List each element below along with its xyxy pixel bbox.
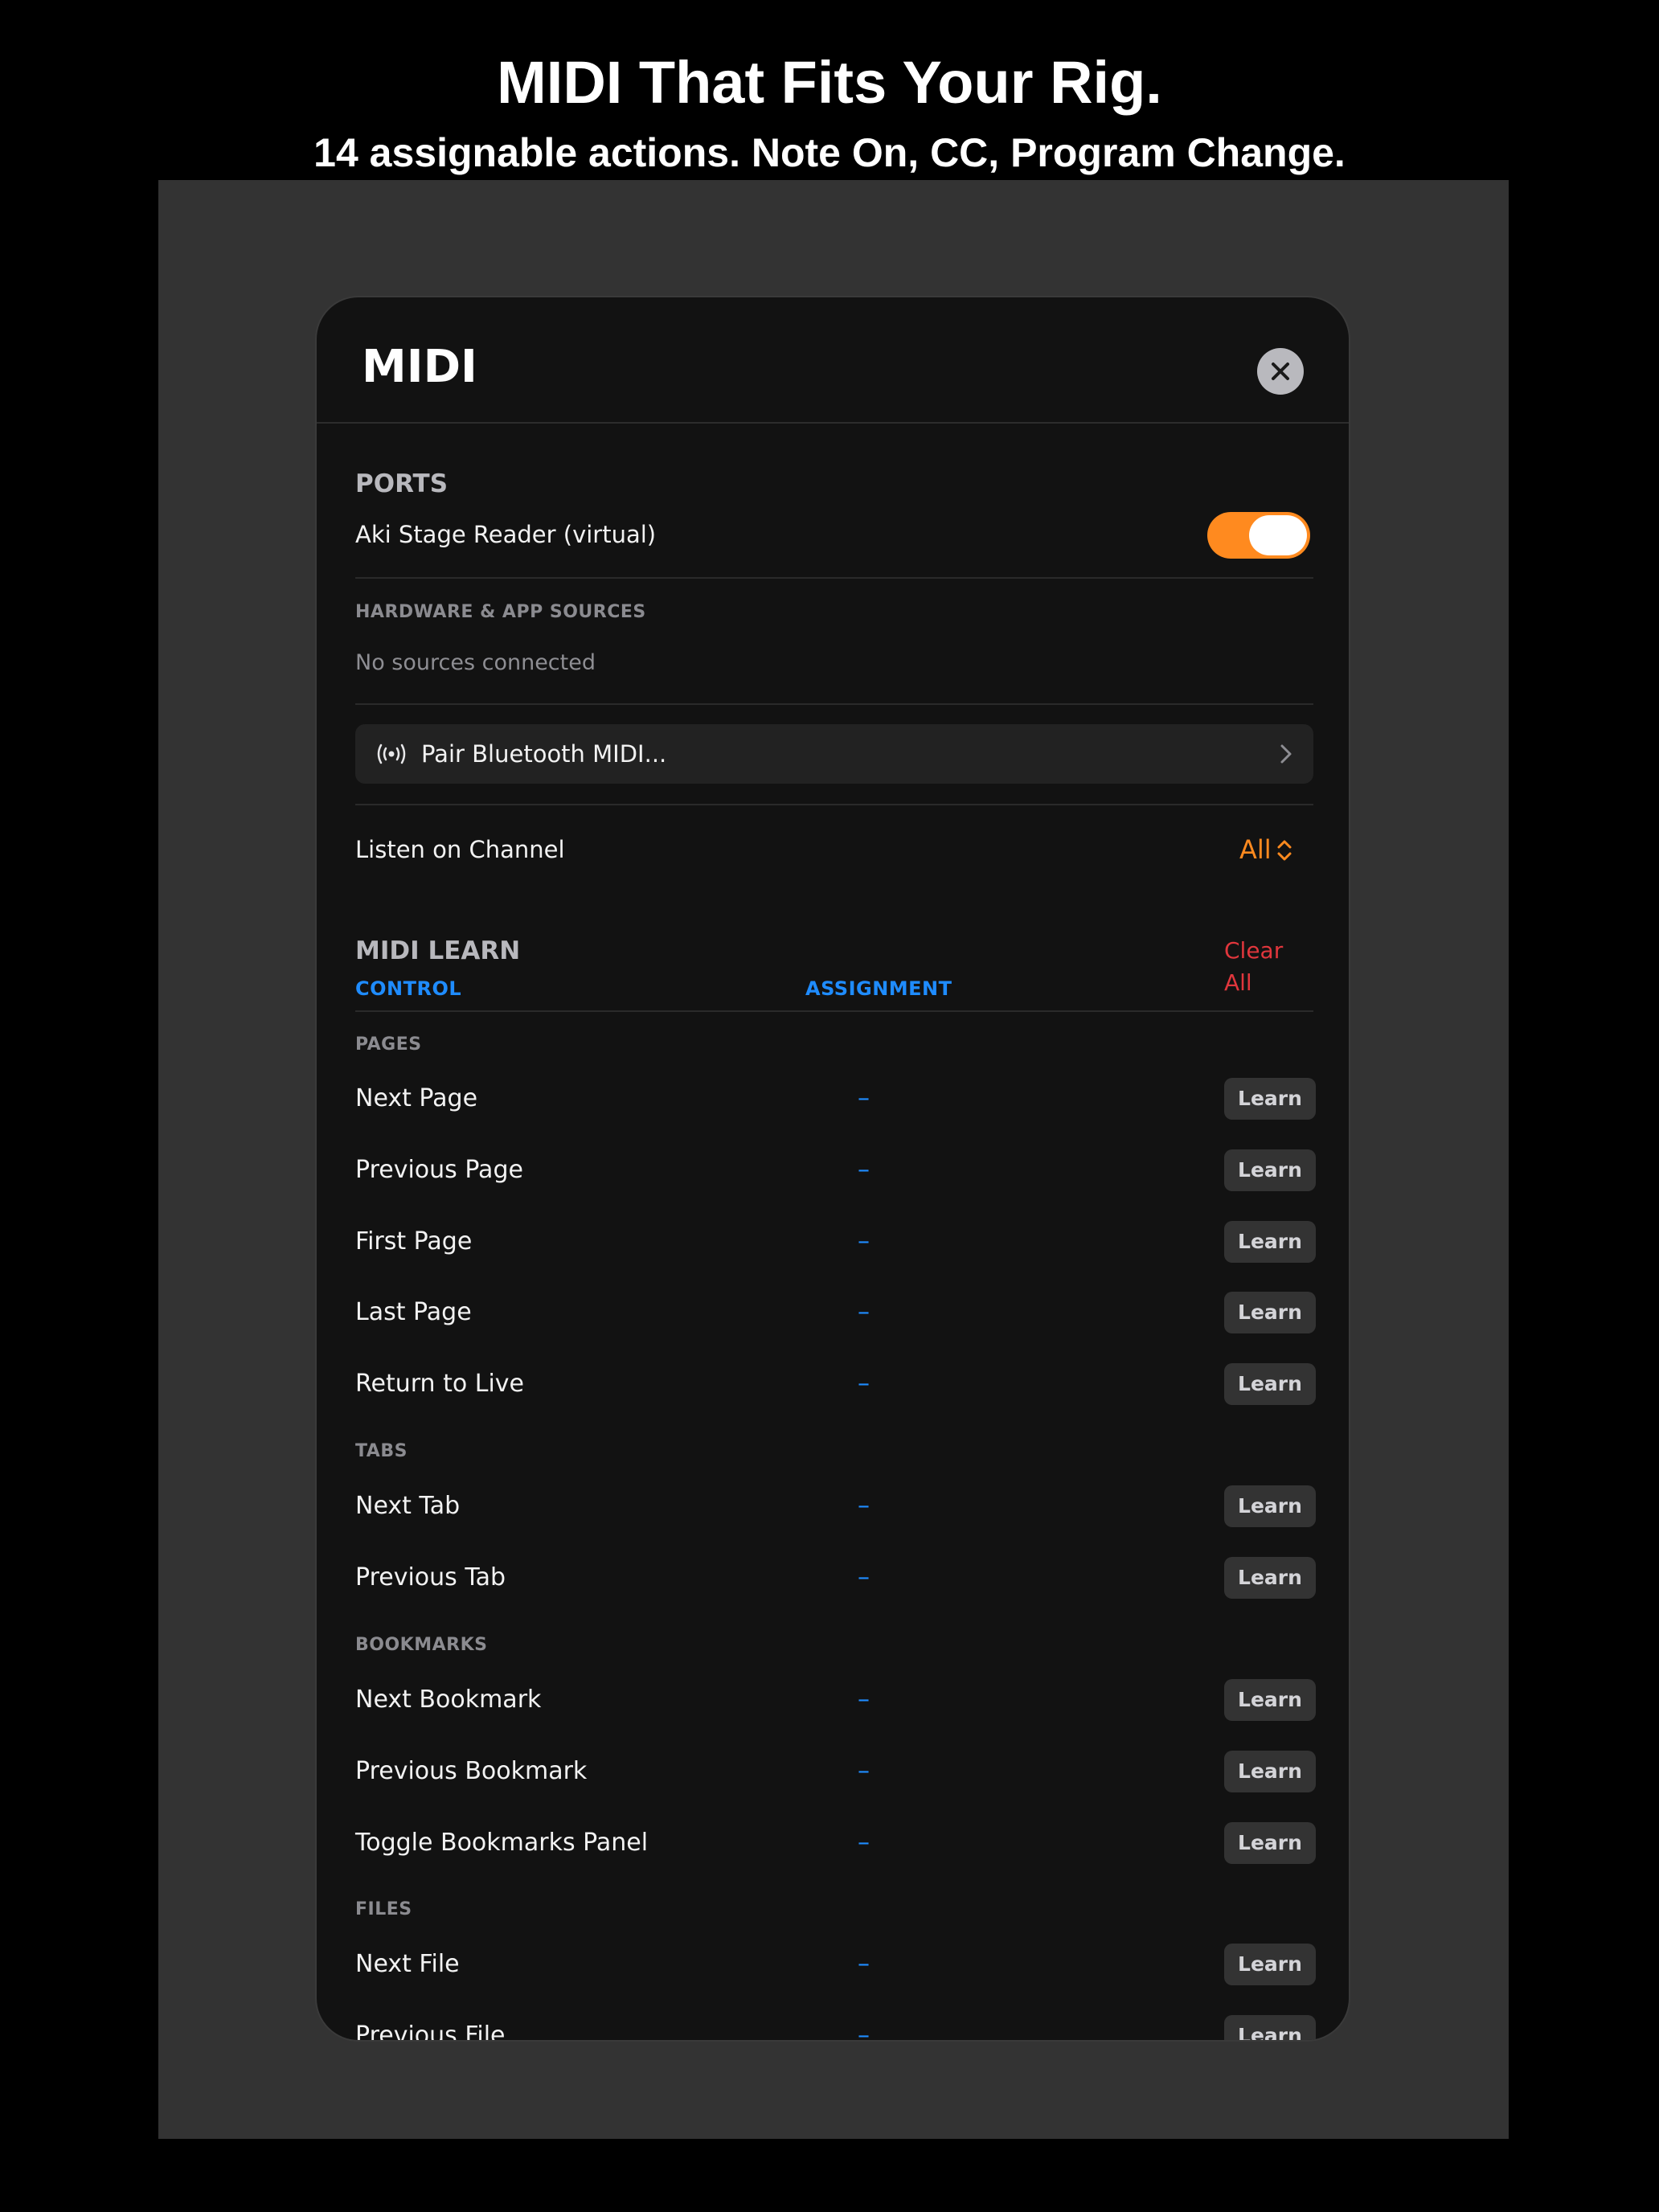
clear-all-button[interactable]: Clear All — [1224, 935, 1313, 999]
column-header-control: CONTROL — [355, 977, 462, 1000]
sources-empty-text: No sources connected — [355, 650, 596, 675]
pair-bluetooth-button[interactable]: Pair Bluetooth MIDI... — [355, 724, 1313, 784]
assignment-value: – — [858, 1686, 870, 1714]
action-label: Previous Page — [355, 1156, 523, 1184]
assignment-value: – — [858, 1950, 870, 1978]
learn-button[interactable]: Learn — [1224, 1751, 1316, 1792]
virtual-port-label: Aki Stage Reader (virtual) — [355, 521, 657, 548]
column-header-assignment: ASSIGNMENT — [805, 977, 952, 1000]
learn-button[interactable]: Learn — [1224, 1078, 1316, 1120]
learn-button[interactable]: Learn — [1224, 1292, 1316, 1333]
learn-button[interactable]: Learn — [1224, 1557, 1316, 1599]
learn-button[interactable]: Learn — [1224, 2015, 1316, 2040]
divider — [355, 703, 1313, 705]
action-label: Previous Bookmark — [355, 1757, 588, 1785]
chevron-right-icon — [1280, 744, 1292, 764]
sheet-title: MIDI — [362, 341, 477, 393]
action-label: Next File — [355, 1950, 460, 1978]
listen-channel-label: Listen on Channel — [355, 836, 565, 863]
group-label-tabs: TABS — [355, 1441, 408, 1461]
learn-button[interactable]: Learn — [1224, 1363, 1316, 1405]
action-label: Previous Tab — [355, 1563, 506, 1591]
divider — [355, 804, 1313, 805]
learn-button[interactable]: Learn — [1224, 1822, 1316, 1864]
promo-subheadline: 14 assignable actions. Note On, CC, Prog… — [313, 130, 1346, 175]
action-label: Next Tab — [355, 1492, 461, 1520]
ports-section-title: PORTS — [355, 469, 449, 498]
assignment-value: – — [858, 1757, 870, 1785]
learn-button[interactable]: Learn — [1224, 1221, 1316, 1263]
midi-settings-sheet: MIDI PORTS Aki Stage Reader (virtual) HA… — [315, 296, 1350, 2042]
virtual-port-toggle[interactable] — [1207, 512, 1310, 559]
close-button[interactable] — [1257, 348, 1304, 395]
assignment-value: – — [858, 1563, 870, 1591]
assignment-value: – — [858, 1492, 870, 1520]
promo-headline: MIDI That Fits Your Rig. — [497, 49, 1162, 116]
chevron-up-down-icon — [1277, 840, 1292, 861]
action-label: Toggle Bookmarks Panel — [355, 1829, 649, 1857]
assignment-value: – — [858, 2022, 870, 2042]
assignment-value: – — [858, 1227, 870, 1256]
assignment-value: – — [858, 1156, 870, 1184]
group-label-files: FILES — [355, 1899, 412, 1919]
group-label-bookmarks: BOOKMARKS — [355, 1635, 488, 1655]
sheet-header: MIDI — [317, 297, 1349, 424]
action-label: Previous File — [355, 2022, 506, 2042]
bluetooth-broadcast-icon — [377, 743, 406, 764]
action-label: First Page — [355, 1227, 473, 1256]
sources-section-title: HARDWARE & APP SOURCES — [355, 602, 646, 622]
learn-button[interactable]: Learn — [1224, 1679, 1316, 1721]
group-label-pages: PAGES — [355, 1034, 422, 1055]
learn-button[interactable]: Learn — [1224, 1944, 1316, 1985]
divider — [355, 577, 1313, 579]
learn-button[interactable]: Learn — [1224, 1485, 1316, 1527]
assignment-value: – — [858, 1829, 870, 1857]
assignment-value: – — [858, 1298, 870, 1326]
close-icon — [1272, 363, 1289, 380]
midi-learn-section-title: MIDI LEARN — [355, 936, 521, 965]
action-label: Next Bookmark — [355, 1686, 542, 1714]
toggle-knob — [1249, 515, 1307, 555]
learn-button[interactable]: Learn — [1224, 1149, 1316, 1191]
action-label: Return to Live — [355, 1370, 524, 1398]
pair-bluetooth-label: Pair Bluetooth MIDI... — [421, 740, 667, 768]
action-label: Last Page — [355, 1298, 472, 1326]
action-label: Next Page — [355, 1084, 478, 1112]
divider — [355, 1010, 1313, 1012]
assignment-value: – — [858, 1084, 870, 1112]
channel-value: All — [1239, 834, 1272, 865]
assignment-value: – — [858, 1370, 870, 1398]
